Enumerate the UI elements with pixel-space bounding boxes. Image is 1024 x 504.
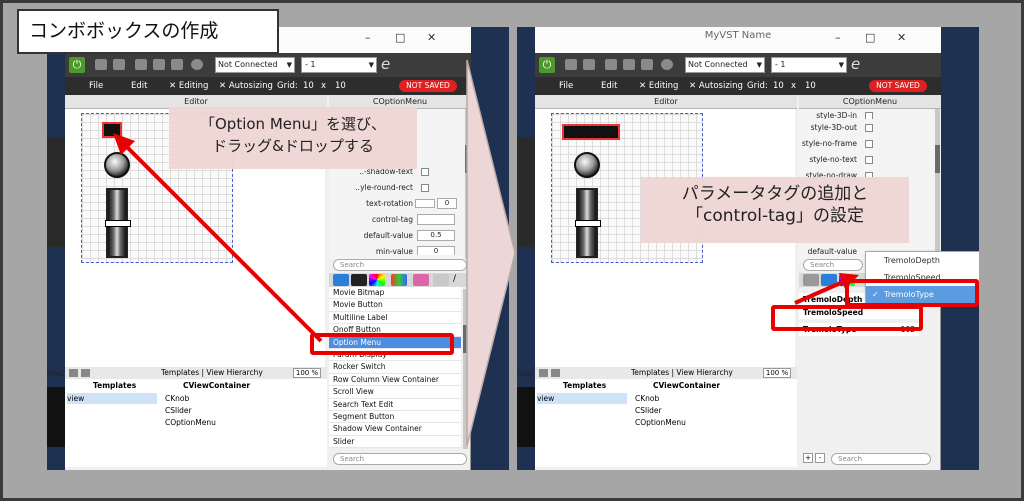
callout-left: 「Option Menu」を選び、 ドラッグ&ドロップする xyxy=(169,107,417,169)
drag-arrow-line xyxy=(125,145,323,343)
slide-title: コンボボックスの作成 xyxy=(17,9,279,54)
callout-line: 「control-tag」の設定 xyxy=(686,206,864,226)
callout-line: ドラッグ&ドロップする xyxy=(212,137,374,155)
slide-canvas: コンボボックスの作成 – □ ✕ ⏻ Not Connected ▼ - 1 ▼ e xyxy=(0,0,1024,501)
callout-line: 「Option Menu」を選び、 xyxy=(199,115,386,133)
tag-arrow-line xyxy=(794,279,846,305)
callout-line: パラメータタグの追加と xyxy=(681,184,869,204)
drag-arrows xyxy=(113,133,859,343)
callout-right: パラメータタグの追加と 「control-tag」の設定 xyxy=(641,177,909,243)
tag-arrowhead-icon xyxy=(839,273,859,289)
